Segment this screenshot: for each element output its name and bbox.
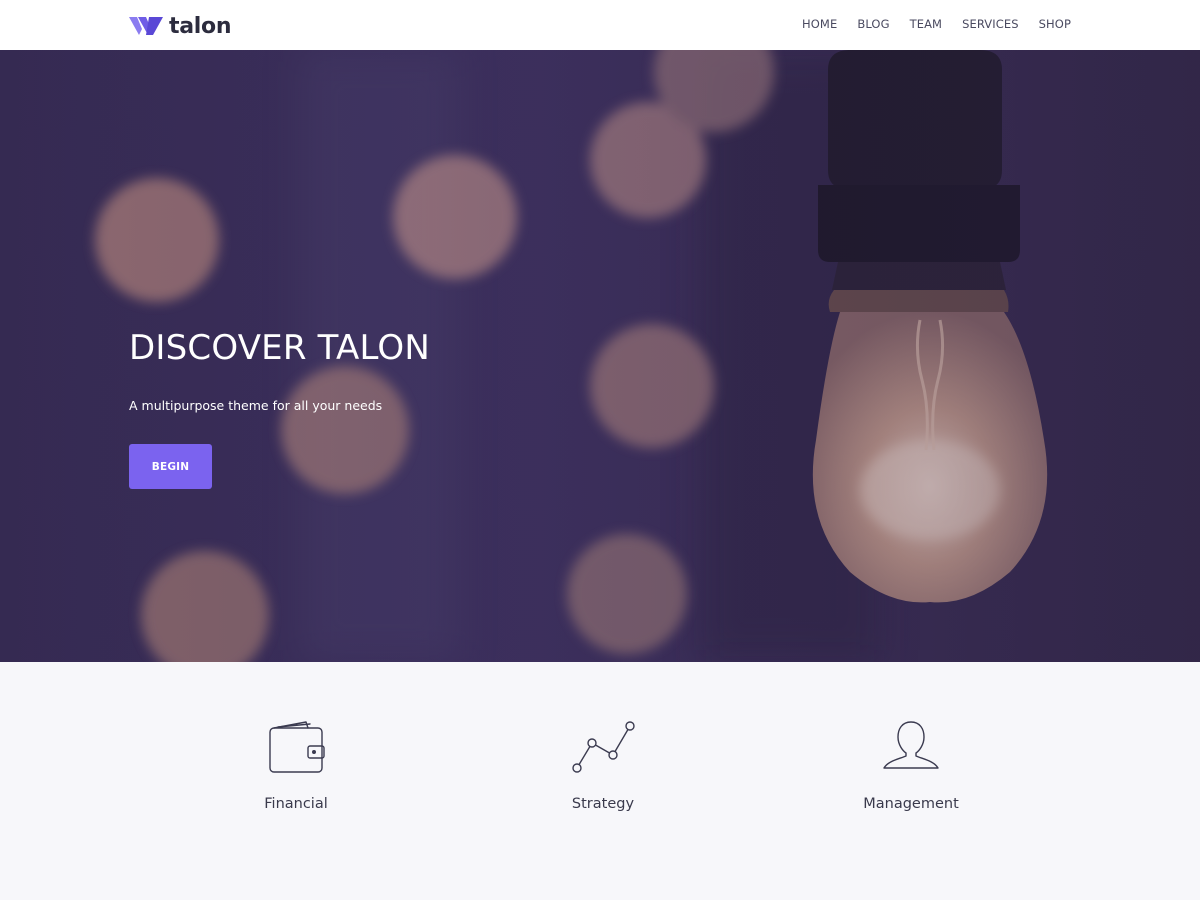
features-section: Financial Strategy Management (0, 662, 1200, 900)
nav-shop[interactable]: SHOP (1039, 17, 1071, 31)
feature-label: Financial (264, 796, 328, 812)
feature-strategy: Strategy (503, 718, 703, 812)
feature-management: Management (811, 718, 1011, 812)
feature-label: Strategy (571, 796, 635, 812)
feature-financial: Financial (196, 718, 396, 812)
wallet-icon (269, 721, 325, 773)
nav-blog[interactable]: BLOG (857, 17, 889, 31)
hero-section: DISCOVER TALON A multipurpose theme for … (0, 50, 1200, 662)
hero-title: DISCOVER TALON (129, 328, 430, 368)
logo-text: talon (169, 13, 232, 39)
line-chart-icon (572, 721, 635, 773)
logo-mark-icon (129, 17, 163, 35)
hero-subtitle: A multipurpose theme for all your needs (129, 398, 383, 413)
site-header: talon HOME BLOG TEAM SERVICES SHOP (0, 0, 1200, 50)
nav-home[interactable]: HOME (802, 17, 837, 31)
user-icon (883, 721, 939, 769)
logo[interactable]: talon (129, 12, 231, 40)
begin-button[interactable]: BEGIN (129, 444, 212, 489)
nav-team[interactable]: TEAM (910, 17, 942, 31)
feature-label: Management (863, 796, 959, 812)
main-nav: HOME BLOG TEAM SERVICES SHOP (782, 17, 1071, 31)
nav-services[interactable]: SERVICES (962, 17, 1019, 31)
